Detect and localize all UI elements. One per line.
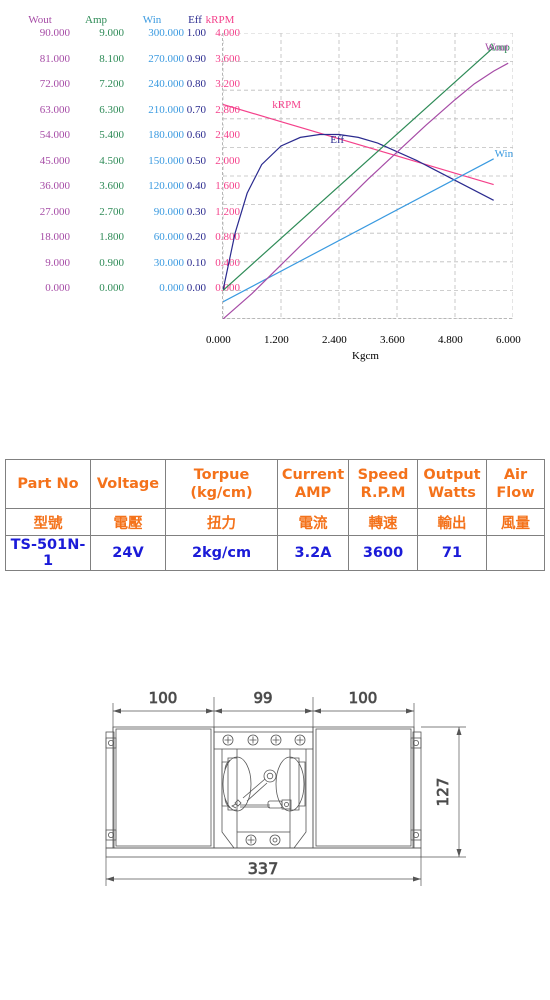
header-line2: AMP [294,485,332,501]
axis-ticks-amp: 9.000 8.100 7.200 6.300 5.400 4.500 3.600 2.700… [68,28,124,309]
header-line1: Speed [357,466,409,483]
header-cell-current: Current AMP [277,459,349,509]
table-header-row-en: Part No Voltage Torpue (kg/cm) Current A… [5,459,545,509]
axis-tick: 7.200 [99,78,124,90]
axis-tick: 6.300 [99,103,124,116]
curve-eff [223,133,494,291]
x-axis-tick: 4.800 [438,334,463,346]
x-axis-tick: 3.600 [380,334,405,346]
axis-tick: 0.900 [99,256,124,269]
curve-krpm [223,103,494,186]
axis-tick: 27.000 [39,205,70,218]
x-axis-tick: 1.200 [264,334,289,346]
header-line1: Air Flow [496,466,535,501]
axis-tick: 45.000 [39,154,70,167]
curve-label-wout: Wout [485,42,509,54]
axis-tick: 9.000 [99,27,124,39]
axis-tick: 2.700 [99,205,124,218]
header-cell-part-no: Part No [5,459,91,509]
specification-table: Part No Voltage Torpue (kg/cm) Current A… [5,459,545,571]
axis-tick: 90.000 [39,27,70,39]
dim-top-right-text: 100 [349,689,378,707]
header-cell-air-flow: Air Flow [486,459,545,509]
axis-tick: 54.000 [39,129,70,141]
axis-header-wout: Wout [28,14,52,26]
value-voltage: 24V [90,535,166,571]
header-cn-voltage: 電壓 [90,508,166,536]
curve-label-eff: Eff [330,134,344,146]
value-output: 71 [417,535,487,571]
dim-top-center-text: 99 [253,689,272,707]
header-cn-air-flow: 風量 [486,508,545,536]
header-cn-speed: 轉速 [348,508,418,536]
header-line1: Torpue [193,466,250,483]
header-line2: (kg/cm) [190,485,253,501]
x-axis-tick: 0.000 [206,334,231,346]
header-cell-speed: Speed R.P.M [348,459,418,509]
axis-tick: 3.600 [99,180,124,192]
value-part-no: TS-501N-1 [5,535,91,571]
table-header-row-cn: 型號 電壓 扭力 電流 轉速 輸出 風量 [5,508,545,536]
curve-wout [223,62,509,319]
x-axis-ticks: 0.000 1.200 2.400 3.600 4.800 6.000 [180,334,550,350]
header-cell-voltage: Voltage [90,459,166,509]
axis-header-win: Win [142,14,162,26]
header-line2: R.P.M [360,485,406,501]
header-line2: Watts [428,485,476,501]
value-current: 3.2A [277,535,349,571]
value-speed: 3600 [348,535,418,571]
header-cell-output: Output Watts [417,459,487,509]
header-cn-output: 輸出 [417,508,487,536]
axis-tick: 18.000 [39,231,70,243]
x-axis-tick: 6.000 [496,334,521,346]
x-axis-tick: 2.400 [322,334,347,346]
axis-tick: 72.000 [39,78,70,90]
dim-top-left-text: 100 [149,689,178,707]
axis-tick: 1.800 [99,231,124,243]
axis-tick: 4.500 [99,154,124,167]
axis-header-krpm: kRPM [205,14,235,26]
header-line1: Output [423,466,481,483]
axis-header-amp: Amp [85,14,107,26]
axis-tick: 63.000 [39,103,70,116]
dim-bottom-text: 337 [248,859,279,878]
header-line1: Part No [17,475,79,492]
plot-area: kRPM Eff Win Amp Wout [222,33,513,319]
curve-amp [223,46,495,291]
axis-tick: 8.100 [99,52,124,65]
curve-label-win: Win [495,148,513,160]
axis-tick: 0.000 [45,282,70,294]
curve-win [223,158,494,303]
header-line1: Current [281,466,345,483]
dimensional-drawing: 100 99 100 127 337 [0,670,550,900]
value-air-flow [486,535,545,571]
header-cn-part-no: 型號 [5,508,91,536]
axis-tick: 0.000 [99,282,124,294]
performance-chart: Wout Amp Win Eff kRPM 90.000 81.000 72.000… [0,0,550,400]
axis-tick: 9.000 [45,256,70,269]
axis-tick: 36.000 [39,180,70,192]
curve-label-krpm: kRPM [272,99,301,111]
header-cell-torque: Torpue (kg/cm) [165,459,278,509]
dim-right-text: 127 [434,778,452,807]
axis-tick: 81.000 [39,52,70,65]
value-torque: 2kg/cm [165,535,278,571]
table-row: TS-501N-1 24V 2kg/cm 3.2A 3600 71 [5,535,545,571]
x-axis-label: Kgcm [352,350,379,362]
axis-tick: 5.400 [99,129,124,141]
header-cn-current: 電流 [277,508,349,536]
header-line1: Voltage [96,475,160,492]
axis-ticks-wout: 90.000 81.000 72.000 63.000 54.000 45.000 36.0… [10,28,70,309]
header-cn-torque: 扭力 [165,508,278,536]
